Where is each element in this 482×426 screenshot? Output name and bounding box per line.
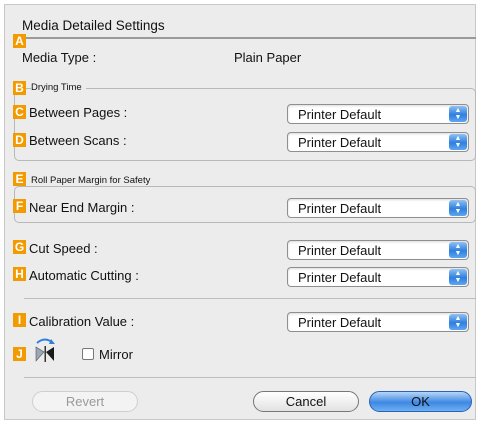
badge-d: D: [13, 133, 26, 147]
between-pages-select[interactable]: Printer Default ▲ ▼: [287, 104, 469, 124]
roll-paper-margin-section-label: Roll Paper Margin for Safety: [31, 175, 155, 186]
badge-i: I: [13, 313, 26, 327]
badge-c: C: [13, 105, 26, 119]
dialog-title: Media Detailed Settings: [22, 18, 165, 33]
between-scans-label: Between Scans :: [29, 133, 127, 148]
footer-divider: [24, 377, 476, 378]
cut-speed-label: Cut Speed :: [29, 241, 98, 256]
calibration-value-select[interactable]: Printer Default ▲ ▼: [287, 312, 469, 332]
badge-g: G: [13, 240, 26, 254]
section-divider: [24, 298, 476, 299]
automatic-cutting-select[interactable]: Printer Default ▲ ▼: [287, 267, 469, 287]
badge-e: E: [13, 172, 26, 186]
automatic-cutting-label: Automatic Cutting :: [29, 268, 139, 283]
between-scans-select[interactable]: Printer Default ▲ ▼: [287, 132, 469, 152]
mirror-label[interactable]: Mirror: [99, 347, 133, 362]
media-type-label: Media Type :: [22, 50, 97, 65]
badge-h: H: [13, 267, 26, 281]
title-divider: [20, 37, 476, 39]
badge-a: A: [13, 34, 26, 48]
badge-j: J: [13, 347, 26, 361]
mirror-icon: [35, 338, 55, 362]
up-down-arrows-icon: ▲ ▼: [449, 134, 467, 150]
up-down-arrows-icon: ▲ ▼: [449, 200, 467, 216]
calibration-value-value: Printer Default: [298, 315, 382, 330]
near-end-margin-value: Printer Default: [298, 201, 382, 216]
near-end-margin-label: Near End Margin :: [29, 200, 135, 215]
up-down-arrows-icon: ▲ ▼: [449, 106, 467, 122]
automatic-cutting-value: Printer Default: [298, 270, 382, 285]
cancel-button[interactable]: Cancel: [253, 391, 359, 412]
cut-speed-select[interactable]: Printer Default ▲ ▼: [287, 240, 469, 260]
mirror-checkbox[interactable]: [82, 348, 94, 360]
calibration-value-label: Calibration Value :: [29, 314, 135, 329]
up-down-arrows-icon: ▲ ▼: [449, 242, 467, 258]
between-scans-value: Printer Default: [298, 135, 382, 150]
drying-time-section-label: Drying Time: [31, 82, 86, 93]
up-down-arrows-icon: ▲ ▼: [449, 314, 467, 330]
revert-button[interactable]: Revert: [32, 391, 138, 412]
up-down-arrows-icon: ▲ ▼: [449, 269, 467, 285]
media-type-value: Plain Paper: [234, 50, 302, 65]
near-end-margin-select[interactable]: Printer Default ▲ ▼: [287, 198, 469, 218]
badge-f: F: [13, 199, 26, 213]
badge-b: B: [13, 81, 26, 95]
between-pages-label: Between Pages :: [29, 105, 128, 120]
cut-speed-value: Printer Default: [298, 243, 382, 258]
between-pages-value: Printer Default: [298, 107, 382, 122]
ok-button[interactable]: OK: [369, 391, 472, 412]
